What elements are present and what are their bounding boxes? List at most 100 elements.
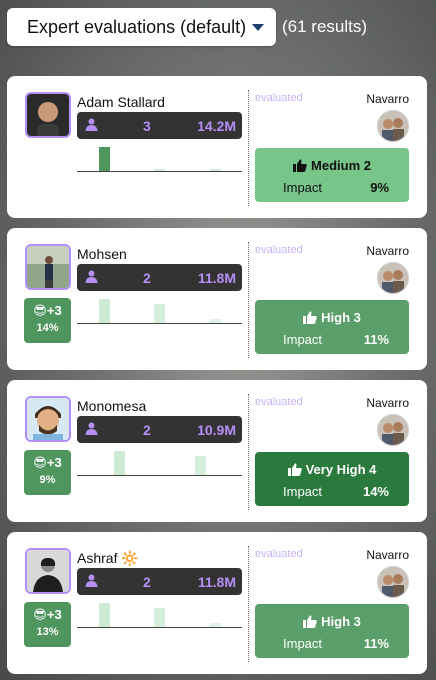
expert-card[interactable]: Mohsen 2 11.8M 😎+3 14% evaluated Navarro High 3…	[7, 228, 427, 370]
impact-level-row: Very High 4	[255, 462, 409, 479]
impact-box[interactable]: High 3 Impact 11%	[255, 300, 409, 354]
expert-card[interactable]: Monomesa 2 10.9M 😎+3 9% evaluated Navarro Very …	[7, 380, 427, 522]
impact-box[interactable]: Medium 2 Impact 9%	[255, 148, 409, 202]
impact-level: High 3	[321, 310, 361, 325]
mini-chart	[77, 446, 242, 476]
evaluated-label: evaluated	[255, 92, 303, 104]
expert-avatar[interactable]	[25, 92, 71, 138]
mini-chart	[77, 294, 242, 324]
evaluator-name[interactable]: Navarro	[366, 92, 409, 106]
boost-badge: 😎+3 9%	[24, 450, 71, 495]
impact-label: Impact	[283, 484, 323, 499]
divider	[248, 90, 249, 206]
caret-down-icon	[252, 23, 265, 31]
divider	[248, 242, 249, 358]
evaluator-avatar[interactable]	[377, 566, 409, 598]
sunglasses-emoji-icon: 😎	[33, 607, 47, 622]
impact-percent: 11%	[363, 332, 389, 347]
evaluation-count: 2	[143, 574, 151, 590]
thumbs-up-icon	[303, 615, 317, 631]
mini-chart-bar	[210, 169, 221, 171]
thumbs-up-icon	[287, 463, 302, 479]
thumbs-up-icon	[303, 311, 317, 327]
boost-percent: 13%	[36, 626, 59, 638]
mini-chart	[77, 142, 242, 172]
impact-level: High 3	[321, 614, 361, 629]
impact-level: Medium 2	[311, 158, 371, 173]
evaluated-label: evaluated	[255, 244, 303, 256]
evaluation-count: 2	[143, 270, 151, 286]
mini-chart	[77, 598, 242, 628]
evaluation-count: 3	[143, 118, 151, 134]
stat-bar: 3 14.2M	[77, 112, 242, 139]
evaluator-name[interactable]: Navarro	[366, 396, 409, 410]
sort-dropdown-label: Expert evaluations (default)	[27, 16, 247, 37]
views-count: 11.8M	[197, 270, 236, 286]
evaluation-count: 2	[143, 422, 151, 438]
result-count: (61 results)	[282, 17, 368, 36]
impact-percent: 14%	[362, 484, 389, 499]
expert-name[interactable]: Mohsen	[77, 246, 127, 262]
views-count: 10.9M	[197, 422, 236, 438]
impact-level: Very High 4	[305, 462, 377, 477]
evaluated-label: evaluated	[255, 548, 303, 560]
impact-label: Impact	[283, 636, 323, 651]
boost-percent: 9%	[39, 474, 56, 486]
mini-chart-bar	[99, 603, 110, 627]
evaluator-name[interactable]: Navarro	[366, 244, 409, 258]
sunglasses-emoji-icon: 😎	[33, 455, 47, 470]
stat-bar: 2 10.9M	[77, 416, 242, 443]
sunglasses-emoji-icon: 😎	[33, 303, 47, 318]
expert-avatar[interactable]	[25, 244, 71, 290]
boost-value: +3	[46, 303, 62, 318]
person-icon	[85, 118, 98, 134]
mini-chart-bar	[154, 169, 165, 171]
impact-label: Impact	[283, 180, 323, 195]
expert-avatar[interactable]	[25, 396, 71, 442]
expert-card[interactable]: Adam Stallard 3 14.2M evaluated Navarro Mediu…	[7, 76, 427, 218]
person-icon	[85, 574, 98, 590]
impact-percent: 9%	[370, 180, 389, 195]
mini-chart-bar	[154, 608, 165, 627]
mini-chart-bar	[154, 304, 165, 323]
evaluator-name[interactable]: Navarro	[366, 548, 409, 562]
impact-level-row: High 3	[255, 310, 409, 327]
impact-level-row: Medium 2	[255, 158, 409, 175]
expert-avatar[interactable]	[25, 548, 71, 594]
evaluated-label: evaluated	[255, 396, 303, 408]
boost-badge: 😎+3 14%	[24, 298, 71, 343]
expert-name[interactable]: Adam Stallard	[77, 94, 165, 110]
boost-value: +3	[46, 607, 62, 622]
person-icon	[85, 422, 98, 438]
impact-box[interactable]: High 3 Impact 11%	[255, 604, 409, 658]
impact-percent: 11%	[363, 636, 389, 651]
evaluator-avatar[interactable]	[377, 262, 409, 294]
views-count: 14.2M	[197, 118, 236, 134]
views-count: 11.8M	[197, 574, 236, 590]
stat-bar: 2 11.8M	[77, 264, 242, 291]
mini-chart-bar	[210, 319, 221, 323]
person-icon	[85, 270, 98, 286]
evaluator-avatar[interactable]	[377, 110, 409, 142]
evaluator-avatar[interactable]	[377, 414, 409, 446]
impact-label: Impact	[283, 332, 323, 347]
boost-value: +3	[46, 455, 62, 470]
sort-dropdown[interactable]: Expert evaluations (default)	[7, 8, 276, 46]
mini-chart-bar	[99, 147, 110, 171]
divider	[248, 394, 249, 510]
mini-chart-bar	[114, 451, 125, 475]
impact-level-row: High 3	[255, 614, 409, 631]
toolbar: Expert evaluations (default) (61 results…	[7, 8, 367, 46]
impact-box[interactable]: Very High 4 Impact 14%	[255, 452, 409, 506]
mini-chart-bar	[210, 623, 221, 627]
expert-name[interactable]: Ashraf 🔆	[77, 550, 139, 567]
boost-percent: 14%	[36, 322, 59, 334]
thumbs-up-icon	[293, 159, 307, 175]
stat-bar: 2 11.8M	[77, 568, 242, 595]
divider	[248, 546, 249, 662]
expert-card[interactable]: Ashraf 🔆 2 11.8M 😎+3 13% evaluated Navarro High…	[7, 532, 427, 674]
mini-chart-bar	[195, 456, 206, 475]
boost-badge: 😎+3 13%	[24, 602, 71, 647]
expert-name[interactable]: Monomesa	[77, 398, 146, 414]
mini-chart-bar	[99, 299, 110, 323]
